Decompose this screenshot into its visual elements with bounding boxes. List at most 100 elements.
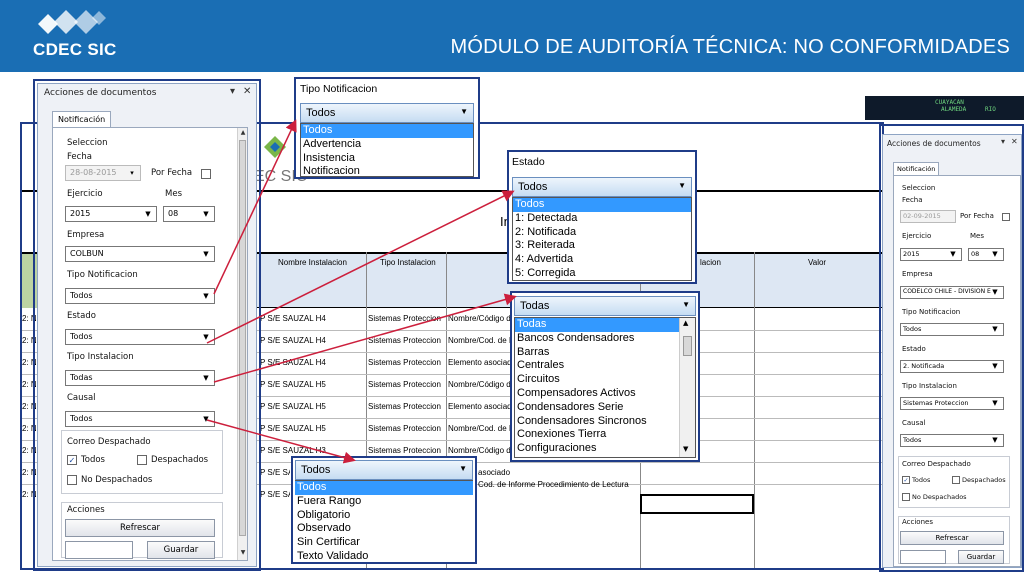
chevron-down-icon[interactable]: ▼: [200, 208, 212, 220]
chevron-down-icon[interactable]: ▼: [459, 464, 467, 473]
estado-select[interactable]: Todos ▼: [65, 329, 215, 345]
selected-cell[interactable]: [640, 494, 754, 514]
close-icon[interactable]: ✕: [243, 86, 251, 97]
option-insistencia[interactable]: Insistencia: [301, 152, 473, 166]
option-notificada[interactable]: 2: Notificada: [513, 226, 691, 240]
todos-checkbox[interactable]: ✓: [902, 476, 910, 484]
refrescar-button[interactable]: Refrescar: [65, 519, 215, 537]
causal-combo[interactable]: Todos ▼: [295, 460, 473, 480]
empresa-select[interactable]: CODELCO CHILE - DIVISION E ▼: [900, 286, 1004, 299]
pin-icon[interactable]: ▾: [230, 86, 235, 97]
scroll-up-icon[interactable]: ▲: [238, 128, 248, 138]
scroll-down-icon[interactable]: ▼: [683, 445, 688, 453]
option-bancos-condensadores[interactable]: Bancos Condensadores: [515, 332, 695, 346]
scroll-thumb[interactable]: [239, 140, 246, 536]
row-cell: P S/E SAUZAL H: [260, 468, 290, 477]
chevron-down-icon[interactable]: ▼: [682, 300, 690, 309]
option-reiterada[interactable]: 3: Reiterada: [513, 239, 691, 253]
ejercicio-select[interactable]: 2015 ▼: [65, 206, 157, 222]
option-notificacion[interactable]: Notificacion: [301, 165, 473, 176]
despachados-checkbox[interactable]: [137, 455, 147, 465]
tipo-notificacion-label: Tipo Notificacion: [902, 308, 961, 316]
option-compensadores-activos[interactable]: Compensadores Activos: [515, 387, 695, 401]
tipo-notificacion-select[interactable]: Todos ▼: [900, 323, 1004, 336]
panel-scrollbar[interactable]: ▲ ▼: [237, 128, 247, 560]
tipo-instalacion-select[interactable]: Sistemas Proteccion ▼: [900, 397, 1004, 410]
list-scrollbar[interactable]: ▲ ▼: [679, 318, 695, 457]
chevron-down-icon[interactable]: ▼: [200, 248, 212, 260]
despachados-checkbox[interactable]: [952, 476, 960, 484]
estado-select[interactable]: 2. Notificada ▼: [900, 360, 1004, 373]
scroll-thumb[interactable]: [683, 336, 692, 356]
option-barras[interactable]: Barras: [515, 346, 695, 360]
tipo-notificacion-combo[interactable]: Todos ▼: [300, 103, 474, 123]
dropdown-list: Todas Bancos Condensadores Barras Centra…: [514, 317, 696, 458]
por-fecha-checkbox[interactable]: [1002, 213, 1010, 221]
mes-select[interactable]: 08 ▼: [163, 206, 215, 222]
estado-combo[interactable]: Todos ▼: [512, 177, 692, 197]
chevron-down-icon[interactable]: ▼: [989, 398, 1001, 409]
chevron-down-icon[interactable]: ▼: [989, 324, 1001, 335]
chevron-down-icon[interactable]: ▼: [200, 372, 212, 384]
option-todos[interactable]: Todos: [301, 124, 473, 138]
causal-select[interactable]: Todos ▼: [65, 411, 215, 427]
tab-notificacion[interactable]: Notificación: [52, 111, 112, 127]
option-corregida[interactable]: 5: Corregida: [513, 267, 691, 280]
option-obligatorio[interactable]: Obligatorio: [295, 509, 473, 523]
option-condensadores-sincronos[interactable]: Condensadores Sincronos: [515, 415, 695, 429]
option-advertida[interactable]: 4: Advertida: [513, 253, 691, 267]
no-despachados-checkbox[interactable]: [902, 493, 910, 501]
option-centrales[interactable]: Centrales: [515, 359, 695, 373]
por-fecha-checkbox[interactable]: [201, 169, 211, 179]
refrescar-button[interactable]: Refrescar: [900, 531, 1004, 545]
causal-select[interactable]: Todos ▼: [900, 434, 1004, 447]
option-sin-certificar[interactable]: Sin Certificar: [295, 536, 473, 550]
tipo-notificacion-select[interactable]: Todos ▼: [65, 288, 215, 304]
option-circuitos[interactable]: Circuitos: [515, 373, 695, 387]
no-despachados-checkbox[interactable]: [67, 475, 77, 485]
option-configuraciones[interactable]: Configuraciones: [515, 442, 695, 456]
pin-icon[interactable]: ▾: [1001, 137, 1005, 146]
scroll-up-icon[interactable]: ▲: [683, 319, 688, 327]
tipo-instalacion-select[interactable]: Todas ▼: [65, 370, 215, 386]
scroll-down-icon[interactable]: ▼: [238, 548, 248, 558]
todos-checkbox[interactable]: ✓: [67, 455, 77, 465]
option-condensadores-serie[interactable]: Condensadores Serie: [515, 401, 695, 415]
chevron-down-icon[interactable]: ▼: [989, 361, 1001, 372]
tipo-instalacion-combo[interactable]: Todas ▼: [514, 296, 696, 316]
chevron-down-icon[interactable]: ▼: [200, 331, 212, 343]
chevron-down-icon[interactable]: ▼: [989, 287, 1001, 298]
option-todos[interactable]: Todos: [295, 481, 473, 495]
chevron-down-icon[interactable]: ▼: [989, 249, 1001, 260]
fecha-input[interactable]: 28-08-2015 ▾: [65, 165, 141, 181]
guardar-button[interactable]: Guardar: [147, 541, 215, 559]
empresa-select[interactable]: COLBUN ▼: [65, 246, 215, 262]
chevron-down-icon[interactable]: ▼: [678, 181, 686, 190]
row-cell: Sistemas Proteccion: [368, 380, 441, 389]
option-todas[interactable]: Todas: [515, 318, 679, 332]
close-icon[interactable]: ✕: [1011, 137, 1018, 146]
option-observado[interactable]: Observado: [295, 522, 473, 536]
tipo-instalacion-dropdown: Todas ▼ Todas Bancos Condensadores Barra…: [510, 291, 700, 462]
option-fuera-rango[interactable]: Fuera Rango: [295, 495, 473, 509]
chevron-down-icon[interactable]: ▼: [142, 208, 154, 220]
tab-notificacion[interactable]: Notificación: [893, 162, 940, 175]
mes-select[interactable]: 08 ▼: [968, 248, 1004, 261]
blank-button[interactable]: [900, 550, 946, 564]
chevron-down-icon[interactable]: ▼: [460, 107, 468, 116]
option-conexiones-tierra[interactable]: Conexiones Tierra: [515, 428, 695, 442]
background-photo: CUAYACAN ALAMEDA RIO: [865, 96, 1024, 120]
option-todos[interactable]: Todos: [513, 198, 691, 212]
fecha-input[interactable]: 02-09-2015: [900, 210, 956, 223]
guardar-button[interactable]: Guardar: [958, 550, 1004, 564]
blank-button[interactable]: [65, 541, 133, 559]
chevron-down-icon[interactable]: ▼: [947, 249, 959, 260]
option-advertencia[interactable]: Advertencia: [301, 138, 473, 152]
chevron-down-icon[interactable]: ▼: [200, 290, 212, 302]
option-texto-validado[interactable]: Texto Validado: [295, 550, 473, 562]
chevron-down-icon[interactable]: ▼: [200, 413, 212, 425]
calendar-icon[interactable]: ▾: [126, 167, 138, 179]
ejercicio-select[interactable]: 2015 ▼: [900, 248, 962, 261]
chevron-down-icon[interactable]: ▼: [989, 435, 1001, 446]
option-detectada[interactable]: 1: Detectada: [513, 212, 691, 226]
